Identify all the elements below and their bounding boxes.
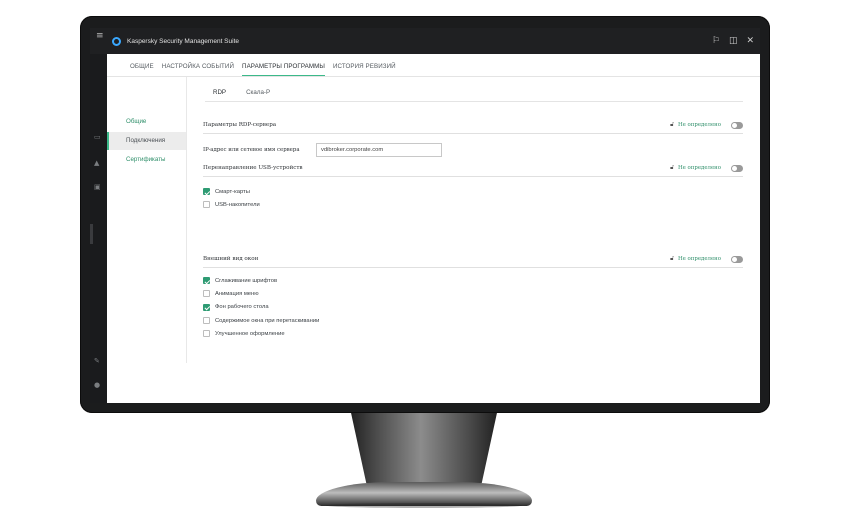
checkbox-enhanced-theme[interactable] <box>203 330 210 338</box>
policy-status[interactable]: Не определено <box>678 256 721 262</box>
section-divider <box>203 133 743 134</box>
tab-event-settings[interactable]: НАСТРОЙКА СОБЫТИЙ <box>162 63 234 76</box>
wrench-icon[interactable]: ✎ <box>94 358 100 365</box>
server-address-row: IP-адрес или сетевое имя сервера <box>203 143 442 157</box>
app-title: Kaspersky Security Management Suite <box>127 37 239 45</box>
section-title-rdp-server: Параметры RDP-сервера <box>203 122 277 128</box>
section-usb-redirect: Перенаправление USB-устройств 🔓︎ Не опре… <box>203 162 743 177</box>
subtabs-divider <box>205 101 743 102</box>
side-item-connections[interactable]: Подключения <box>107 132 186 150</box>
checkbox-window-drag-contents[interactable] <box>203 317 210 325</box>
devices-icon[interactable]: ▣ <box>94 184 101 191</box>
close-icon[interactable]: ✕ <box>746 36 754 46</box>
section-title-window-view: Внешний вид окон <box>203 256 259 262</box>
checkbox-usb-drives[interactable] <box>203 201 210 209</box>
policy-usb: 🔓︎ Не определено <box>670 164 743 172</box>
section-rdp-server: Параметры RDP-сервера 🔓︎ Не определено <box>203 119 743 134</box>
protocol-subtabs: RDP Скала-Р <box>205 83 278 102</box>
pin-icon[interactable]: ⚐ <box>712 36 720 46</box>
lock-icon: 🔓︎ <box>670 255 674 262</box>
window-controls: ⚐ ◫ ✕ <box>712 28 754 54</box>
policy-status[interactable]: Не определено <box>678 165 721 171</box>
main-tabs: ОБЩИЕ НАСТРОЙКА СОБЫТИЙ ПАРАМЕТРЫ ПРОГРА… <box>130 54 760 76</box>
section-title-usb: Перенаправление USB-устройств <box>203 165 303 171</box>
checkbox-label: USB-накопители <box>215 201 260 208</box>
checkbox-label: Анимация меню <box>215 290 259 297</box>
policy-status[interactable]: Не определено <box>678 122 721 128</box>
policy-toggle-usb[interactable] <box>731 164 743 172</box>
lock-icon: 🔓︎ <box>670 121 674 128</box>
checkbox-usb-drives-row[interactable]: USB-накопители <box>203 198 260 211</box>
nav-active-indicator <box>90 224 93 244</box>
title-bar: ≡ Kaspersky Security Management Suite ⚐ … <box>90 28 760 54</box>
tab-app-settings[interactable]: ПАРАМЕТРЫ ПРОГРАММЫ <box>242 63 325 76</box>
checkbox-smart-cards-row[interactable]: Смарт-карты <box>203 185 260 198</box>
monitor-stand-shadow <box>326 503 522 508</box>
hamburger-menu-icon[interactable]: ≡ <box>96 31 104 41</box>
checkbox-window-drag-contents-row[interactable]: Содержимое окна при перетаскивании <box>203 314 319 327</box>
tab-revision-history[interactable]: ИСТОРИЯ РЕВИЗИЙ <box>333 63 396 76</box>
kaspersky-logo-icon <box>112 36 121 46</box>
lock-icon: 🔓︎ <box>670 164 674 171</box>
settings-side-menu: Общие Подключения Сертификаты <box>107 77 186 363</box>
checkbox-smart-cards[interactable] <box>203 188 210 196</box>
checkbox-menu-animation[interactable] <box>203 290 210 298</box>
server-address-label: IP-адрес или сетевое имя сервера <box>203 147 300 153</box>
section-window-view: Внешний вид окон 🔓︎ Не определено <box>203 253 743 268</box>
subtab-skala-r[interactable]: Скала-Р <box>238 83 278 102</box>
side-item-certificates[interactable]: Сертификаты <box>107 151 186 169</box>
settings-content: RDP Скала-Р Параметры RDP-сервера 🔓︎ Не … <box>187 77 760 403</box>
checkbox-menu-animation-row[interactable]: Анимация меню <box>203 287 319 300</box>
checkbox-label: Улучшенное оформление <box>215 330 285 337</box>
checkbox-font-smoothing-row[interactable]: Сглаживание шрифтов <box>203 274 319 287</box>
monitor-stand-neck <box>351 413 497 483</box>
subtab-rdp[interactable]: RDP <box>205 83 235 102</box>
checkbox-desktop-background-row[interactable]: Фон рабочего стола <box>203 301 319 314</box>
checkbox-desktop-background[interactable] <box>203 303 210 311</box>
checkbox-label: Фон рабочего стола <box>215 304 269 311</box>
checkbox-label: Смарт-карты <box>215 188 250 195</box>
section-divider <box>203 176 743 177</box>
view-options: Сглаживание шрифтов Анимация меню Фон ра… <box>203 274 319 340</box>
policy-rdp-server: 🔓︎ Не определено <box>670 121 743 129</box>
checkbox-label: Содержимое окна при перетаскивании <box>215 317 320 324</box>
split-view-icon[interactable]: ◫ <box>729 36 738 46</box>
left-nav-strip: ▭ ▲ ▣ ✎ ● <box>90 54 107 403</box>
tab-general[interactable]: ОБЩИЕ <box>130 63 154 76</box>
app-title-group: Kaspersky Security Management Suite <box>112 28 239 54</box>
checkbox-enhanced-theme-row[interactable]: Улучшенное оформление <box>203 327 319 340</box>
policy-window-view: 🔓︎ Не определено <box>670 255 743 263</box>
policy-toggle-rdp-server[interactable] <box>731 121 743 129</box>
server-address-input[interactable] <box>316 143 442 157</box>
help-icon[interactable]: ● <box>94 382 100 389</box>
side-item-general[interactable]: Общие <box>107 113 186 131</box>
checkbox-label: Сглаживание шрифтов <box>215 277 278 284</box>
checkbox-font-smoothing[interactable] <box>203 277 210 285</box>
section-divider <box>203 267 743 268</box>
warning-icon[interactable]: ▲ <box>94 160 99 167</box>
monitor-icon[interactable]: ▭ <box>94 134 101 141</box>
app-screen: ≡ Kaspersky Security Management Suite ⚐ … <box>90 28 760 403</box>
policy-toggle-window-view[interactable] <box>731 255 743 263</box>
usb-options: Смарт-карты USB-накопители <box>203 185 260 212</box>
